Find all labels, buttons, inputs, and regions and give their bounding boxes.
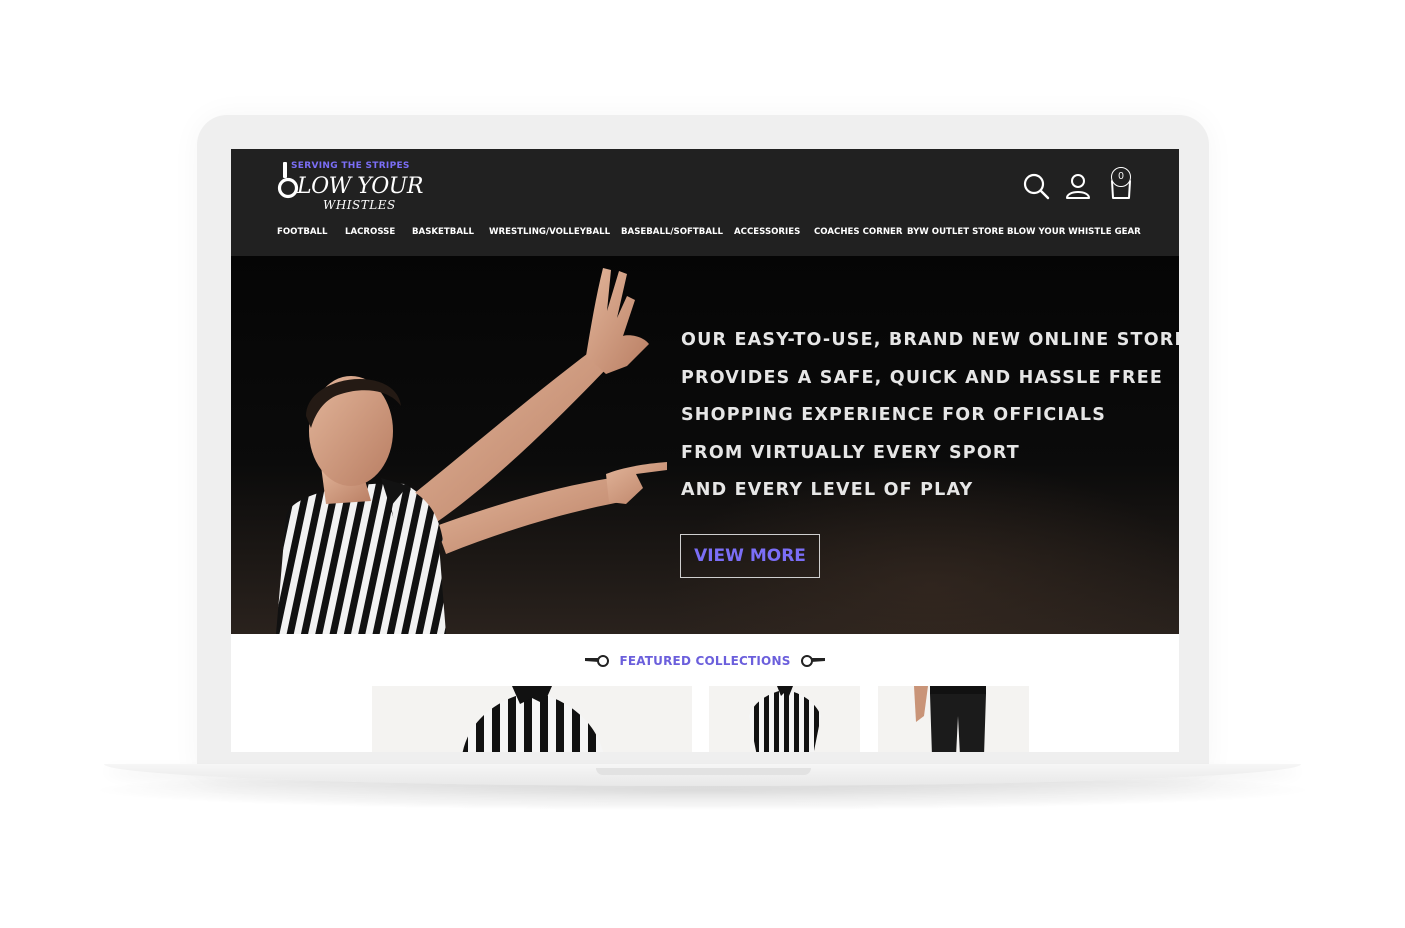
site-header: SERVING THE STRIPES LOW YOUR WHISTLES 0 … [231,149,1179,256]
logo-wordmark: LOW YOUR [297,174,423,199]
search-icon[interactable] [1021,171,1051,201]
hero-line-4: FROM VIRTUALLY EVERY SPORT [681,442,1020,463]
whistle-right-icon [800,655,825,667]
nav-item-wrestling-volleyball[interactable]: WRESTLING/VOLLEYBALL [489,227,610,237]
hero-banner: OUR EASY-TO-USE, BRAND NEW ONLINE STORE … [231,256,1179,634]
collection-card-referee-pants[interactable] [878,686,1029,752]
nav-item-baseball-softball[interactable]: BASEBALL/SOFTBALL [621,227,723,237]
nav-item-coaches-corner[interactable]: COACHES CORNER [814,227,903,237]
nav-item-accessories[interactable]: ACCESSORIES [734,227,800,237]
featured-collections-label: FEATURED COLLECTIONS [619,654,791,668]
hero-copy: OUR EASY-TO-USE, BRAND NEW ONLINE STORE … [681,328,1179,516]
nav-item-basketball[interactable]: BASKETBALL [412,227,474,237]
site-logo[interactable]: SERVING THE STRIPES LOW YOUR WHISTLES [277,159,423,215]
cart-count-badge[interactable]: 0 [1111,167,1131,187]
account-icon[interactable] [1063,171,1093,201]
logo-subwordmark: WHISTLES [323,198,396,212]
referee-pants-image [914,686,986,752]
logo-tagline: SERVING THE STRIPES [291,161,410,171]
referee-photo [276,268,667,634]
hero-line-1: OUR EASY-TO-USE, BRAND NEW ONLINE STORE [681,330,1179,350]
nav-item-football[interactable]: FOOTBALL [277,227,328,237]
referee-shirt-image [462,686,603,752]
featured-collections-heading: FEATURED COLLECTIONS [231,654,1179,674]
nav-item-byw-outlet-store[interactable]: BYW OUTLET STORE [907,227,1004,237]
hero-line-5: AND EVERY LEVEL OF PLAY [681,480,974,500]
hero-line-2: PROVIDES A SAFE, QUICK AND HASSLE FREE [681,367,1164,388]
view-more-button[interactable]: VIEW MORE [680,534,820,578]
hero-line-3: SHOPPING EXPERIENCE FOR OFFICIALS [681,405,1107,425]
nav-item-lacrosse[interactable]: LACROSSE [345,227,395,237]
collection-card-referee-jersey[interactable] [709,686,860,752]
laptop-notch [596,768,811,775]
collection-card-referee-shirt[interactable] [372,686,692,752]
whistle-left-icon [585,655,610,667]
referee-jersey-image [749,686,821,752]
nav-item-blow-your-whistle-gear[interactable]: BLOW YOUR WHISTLE GEAR [1007,227,1141,237]
website-screen: SERVING THE STRIPES LOW YOUR WHISTLES 0 … [231,149,1179,752]
